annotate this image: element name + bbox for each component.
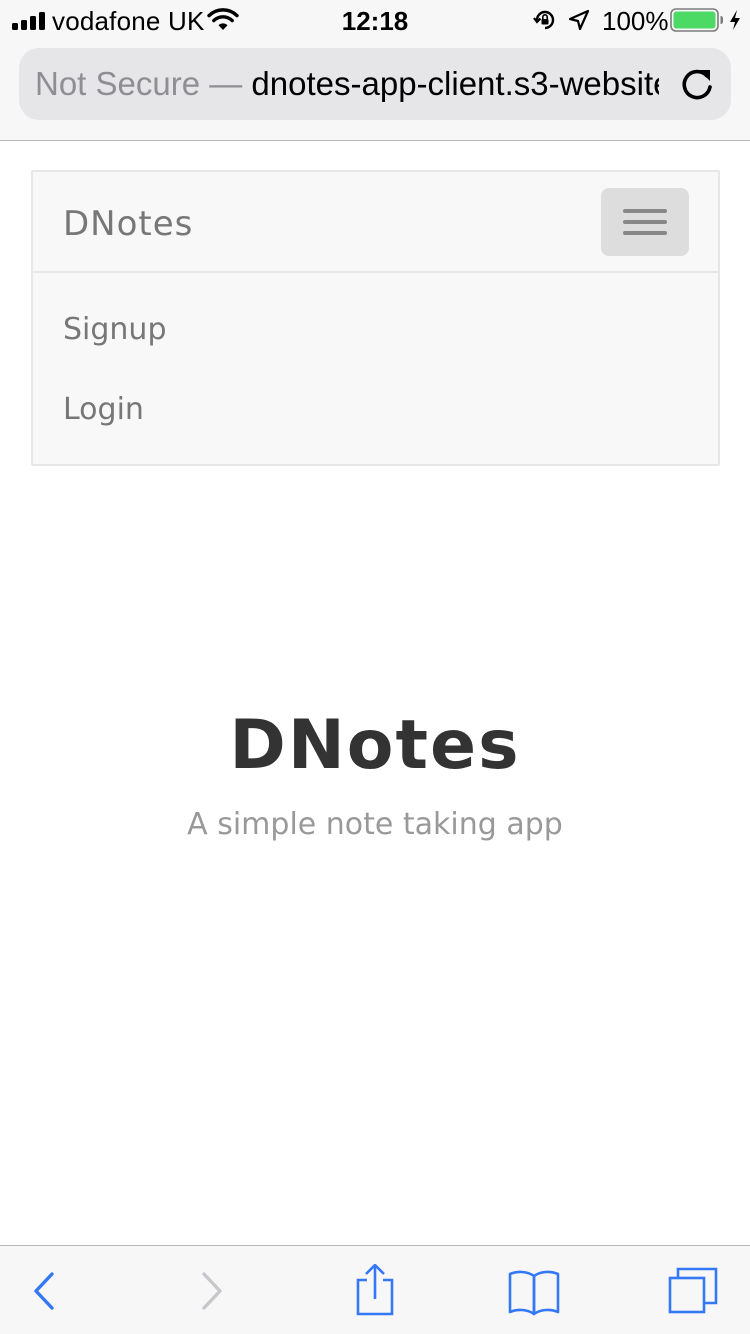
url-host: dnotes-app-client.s3-website-eu-west-1.a…	[251, 65, 659, 102]
bookmarks-button[interactable]	[506, 1264, 562, 1316]
browser-toolbar	[0, 1245, 750, 1334]
battery-icon	[670, 8, 723, 32]
tabs-button[interactable]	[664, 1264, 720, 1316]
charging-bolt-icon	[730, 10, 740, 30]
nav-link-login[interactable]: Login	[63, 392, 144, 427]
battery-percentage: 100%	[602, 6, 669, 36]
status-bar: vodafone UK 12:18 100%	[0, 0, 750, 40]
forward-button[interactable]	[184, 1264, 240, 1316]
address-text[interactable]: Not Secure — dnotes-app-client.s3-websit…	[35, 65, 659, 103]
share-icon	[356, 1263, 394, 1316]
back-button[interactable]	[16, 1264, 72, 1316]
hamburger-menu-icon[interactable]	[601, 188, 689, 256]
nav-link-signup[interactable]: Signup	[63, 312, 167, 347]
forward-icon	[202, 1272, 222, 1310]
navbar-header: DNotes	[33, 172, 718, 273]
page-subtitle: A simple note taking app	[187, 807, 563, 842]
address-bar[interactable]: Not Secure — dnotes-app-client.s3-websit…	[19, 48, 731, 120]
share-button[interactable]	[347, 1263, 403, 1316]
back-icon	[34, 1272, 54, 1310]
navbar-brand[interactable]: DNotes	[63, 204, 193, 244]
orientation-lock-icon	[533, 10, 555, 30]
security-label: Not Secure —	[35, 65, 243, 102]
browser-address-area: Not Secure — dnotes-app-client.s3-websit…	[0, 40, 750, 141]
reload-icon[interactable]	[677, 66, 717, 104]
navbar: DNotes Signup Login	[31, 170, 720, 466]
page-title: DNotes	[229, 706, 521, 785]
location-arrow-icon	[568, 9, 590, 31]
tabs-icon	[668, 1267, 718, 1314]
bookmarks-icon	[508, 1270, 560, 1316]
